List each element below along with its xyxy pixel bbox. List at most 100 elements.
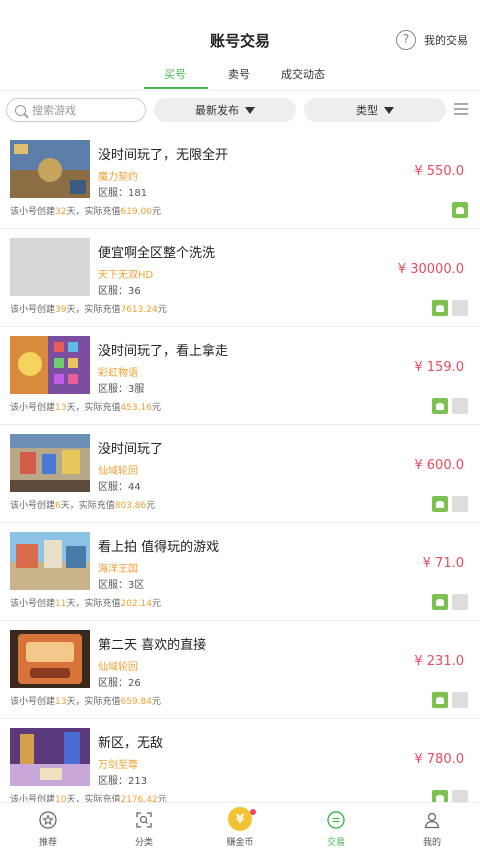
- list-item[interactable]: 便宜啊全区整个洗洗 天下无双HD 区服：36 ¥ 30000.0 该小号创建39…: [0, 230, 480, 328]
- ios-icon: [452, 496, 468, 512]
- tab-active-indicator: [144, 87, 208, 89]
- android-icon: [432, 594, 448, 610]
- item-meta: 该小号创建39天，实际充值7613.24元: [10, 305, 167, 315]
- nav-recommend[interactable]: 推荐: [0, 803, 96, 852]
- android-icon: [432, 398, 448, 414]
- server-info: 区服：181: [98, 188, 148, 199]
- price: ¥ 71.0: [422, 556, 464, 571]
- caret-down-icon: [245, 106, 255, 114]
- item-divider: [0, 424, 480, 425]
- server-info: 区服：36: [98, 286, 141, 297]
- price: ¥ 600.0: [414, 458, 464, 473]
- list-item[interactable]: 没时间玩了，无限全开 魔力契约 区服：181 ¥ 550.0 该小号创建32天，…: [0, 132, 480, 230]
- item-divider: [0, 718, 480, 719]
- game-name: 魔力契约: [98, 172, 138, 183]
- item-title: 没时间玩了: [98, 442, 164, 457]
- game-name: 天下无双HD: [98, 270, 154, 281]
- my-trade-link[interactable]: ? 我的交易: [396, 30, 468, 50]
- ios-icon: [452, 300, 468, 316]
- caret-down-icon: [384, 106, 394, 114]
- nav-label: 赚金币: [226, 838, 254, 848]
- ios-icon: [452, 398, 468, 414]
- nav-label: 推荐: [38, 838, 57, 848]
- filter-bar: 搜索游戏 最新发布 类型: [0, 98, 480, 122]
- tab-deals[interactable]: 成交动态: [281, 66, 325, 82]
- coin-icon: ¥: [228, 807, 252, 831]
- sort-dropdown[interactable]: 最新发布: [154, 98, 296, 122]
- tab-sell[interactable]: 卖号: [228, 66, 250, 82]
- game-screenshot: [10, 336, 90, 394]
- item-title: 看上拍 值得玩的游戏: [98, 540, 220, 555]
- trade-tabs: 买号 卖号 成交动态: [140, 66, 340, 89]
- game-screenshot: [10, 532, 90, 590]
- ios-icon: [452, 692, 468, 708]
- list-item[interactable]: 没时间玩了 仙域轮回 区服：44 ¥ 600.0 该小号创建6天，实际充值803…: [0, 426, 480, 524]
- item-divider: [0, 522, 480, 523]
- item-meta: 该小号创建6天，实际充值803.86元: [10, 501, 156, 511]
- list-view-icon[interactable]: [454, 103, 468, 117]
- game-name: 海洋王国: [98, 564, 138, 575]
- user-icon: [424, 812, 440, 829]
- android-icon: [432, 496, 448, 512]
- server-info: 区服：3区: [98, 580, 145, 591]
- sort-label: 最新发布: [195, 104, 239, 117]
- trade-chat-icon: [327, 811, 345, 829]
- nav-label: 我的: [422, 838, 441, 848]
- item-title: 第二天 喜欢的直接: [98, 638, 207, 653]
- category-scan-icon: [136, 812, 152, 828]
- type-label: 类型: [356, 104, 378, 117]
- game-name: 仙域轮回: [98, 662, 138, 673]
- item-title: 没时间玩了，无限全开: [98, 148, 229, 163]
- game-name: 彩虹物语: [98, 368, 138, 379]
- list-item[interactable]: 没时间玩了，看上拿走 彩虹物语 区服：3服 ¥ 159.0 该小号创建13天，实…: [0, 328, 480, 426]
- android-icon: [432, 300, 448, 316]
- search-input[interactable]: 搜索游戏: [6, 98, 146, 122]
- item-divider: [0, 326, 480, 327]
- ios-icon: [452, 594, 468, 610]
- price: ¥ 231.0: [414, 654, 464, 669]
- item-meta: 该小号创建11天，实际充值202.14元: [10, 599, 161, 609]
- search-placeholder: 搜索游戏: [32, 104, 76, 117]
- type-dropdown[interactable]: 类型: [304, 98, 446, 122]
- game-screenshot-placeholder: [10, 238, 90, 296]
- server-info: 区服：26: [98, 678, 141, 689]
- item-title: 没时间玩了，看上拿走: [98, 344, 229, 359]
- item-title: 新区，无敌: [98, 736, 164, 751]
- search-icon: [15, 104, 26, 116]
- price: ¥ 159.0: [414, 360, 464, 375]
- server-info: 区服：3服: [98, 384, 145, 395]
- nav-mine[interactable]: 我的: [384, 803, 480, 852]
- list-item[interactable]: 第二天 喜欢的直接 仙域轮回 区服：26 ¥ 231.0 该小号创建13天，实际…: [0, 622, 480, 720]
- server-info: 区服：213: [98, 776, 148, 787]
- tabs-divider: [0, 90, 480, 91]
- game-screenshot: [10, 434, 90, 492]
- item-divider: [0, 228, 480, 229]
- item-title: 便宜啊全区整个洗洗: [98, 246, 216, 261]
- game-screenshot: [10, 630, 90, 688]
- nav-category[interactable]: 分类: [96, 803, 192, 852]
- list-item[interactable]: 看上拍 值得玩的游戏 海洋王国 区服：3区 ¥ 71.0 该小号创建11天，实际…: [0, 524, 480, 622]
- nav-label: 分类: [134, 838, 153, 848]
- star-circle-icon: [39, 811, 57, 829]
- game-screenshot: [10, 728, 90, 786]
- item-divider: [0, 620, 480, 621]
- bottom-nav: 推荐 分类 ¥ 赚金币 交易 我的: [0, 802, 480, 852]
- notification-badge: [250, 809, 256, 815]
- server-info: 区服：44: [98, 482, 141, 493]
- nav-earn-coins[interactable]: ¥ 赚金币: [192, 803, 288, 852]
- nav-trade[interactable]: 交易: [288, 803, 384, 852]
- price: ¥ 550.0: [414, 164, 464, 179]
- game-screenshot: [10, 140, 90, 198]
- my-trade-label[interactable]: 我的交易: [424, 32, 468, 48]
- question-circle-icon[interactable]: ?: [396, 30, 416, 50]
- nav-label: 交易: [326, 838, 345, 848]
- price: ¥ 30000.0: [397, 262, 464, 277]
- game-name: 万剑至尊: [98, 760, 138, 771]
- item-meta: 该小号创建32天，实际充值619.00元: [10, 207, 161, 217]
- android-icon: [452, 202, 468, 218]
- android-icon: [432, 692, 448, 708]
- item-meta: 该小号创建13天，实际充值453.16元: [10, 403, 161, 413]
- tab-buy[interactable]: 买号: [164, 66, 186, 82]
- price: ¥ 780.0: [414, 752, 464, 767]
- game-name: 仙域轮回: [98, 466, 138, 477]
